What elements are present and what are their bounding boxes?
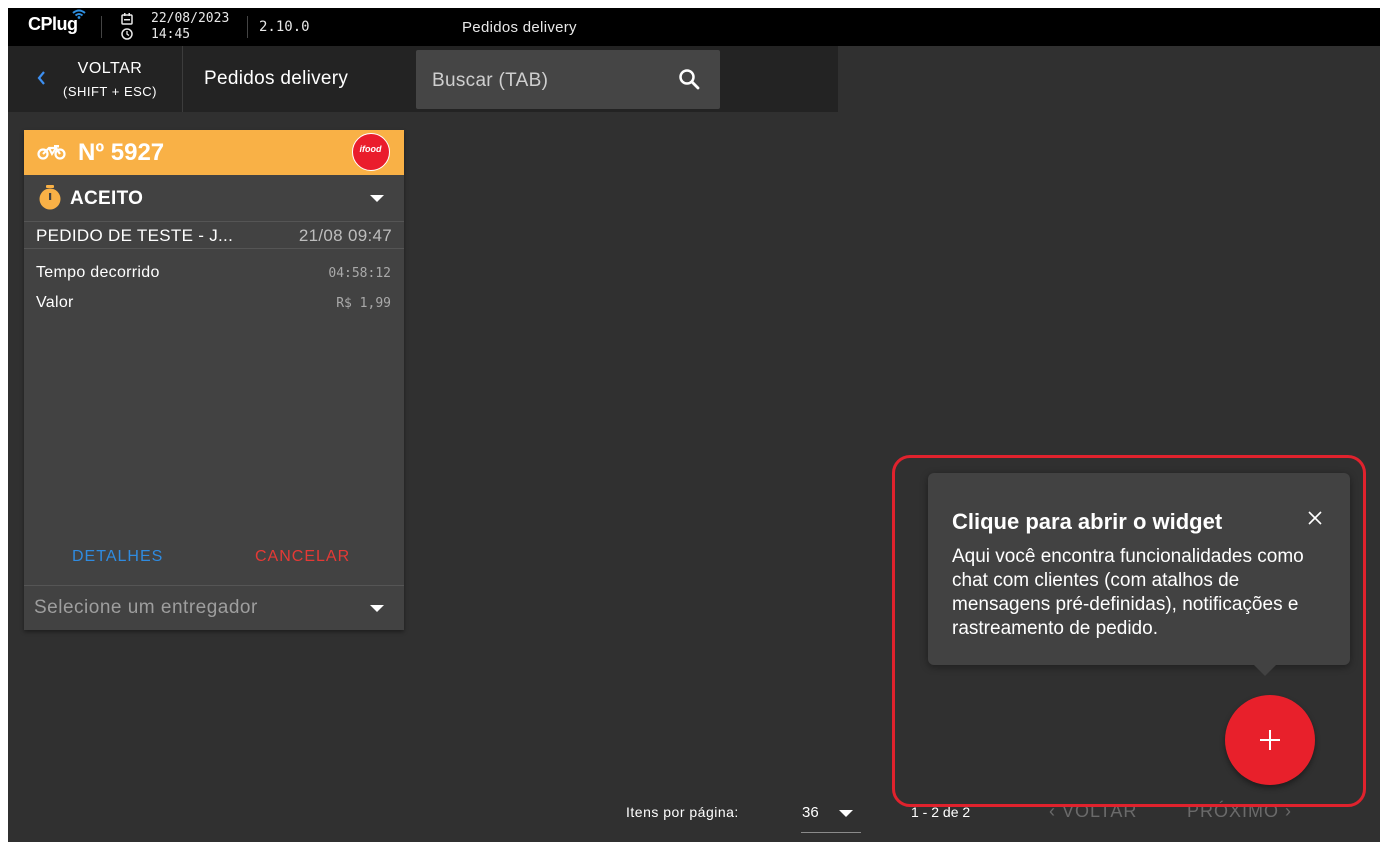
widget-tooltip: Clique para abrir o widget Aqui você enc…	[928, 473, 1350, 676]
search-box	[416, 50, 720, 111]
items-per-page-label: Itens por página:	[626, 804, 739, 820]
logo-text: CPlug	[28, 14, 78, 34]
caret-down-icon	[370, 605, 384, 612]
search-input[interactable]	[416, 50, 674, 111]
order-card: Nº 5927 ifood ACEITO PEDIDO DE TESTE - J…	[24, 130, 404, 630]
items-per-page-value: 36	[802, 804, 819, 821]
tooltip-body: Aqui você encontra funcionalidades como …	[952, 546, 1304, 639]
order-customer: PEDIDO DE TESTE - J...	[36, 226, 234, 245]
courier-select-placeholder: Selecione um entregador	[34, 597, 258, 618]
order-datetime: 21/08 09:47	[298, 226, 392, 245]
calendar-icon	[121, 13, 133, 25]
status-time: 14:45	[151, 27, 191, 42]
order-status-dropdown[interactable]: ACEITO	[24, 175, 404, 221]
top-status-bar: CPlug 22/08/2023 14:45 2.10.0 Pedidos de…	[8, 8, 1380, 46]
value-amount: R$ 1,99	[336, 296, 391, 311]
timer-icon	[39, 185, 61, 210]
back-shortcut-hint: (SHIFT + ESC)	[62, 84, 158, 99]
header-divider	[182, 46, 183, 112]
elapsed-time-value: 04:58:12	[328, 266, 391, 281]
chevron-left-icon	[37, 71, 45, 85]
pagination-range: 1 - 2 de 2	[911, 804, 971, 820]
clock-icon	[121, 28, 133, 40]
elapsed-time-label: Tempo decorrido	[36, 264, 160, 281]
wifi-icon	[72, 9, 86, 19]
divider	[24, 221, 404, 222]
bike-icon	[37, 145, 66, 160]
window-title: Pedidos delivery	[462, 19, 577, 36]
status-date: 22/08/2023	[151, 11, 230, 26]
divider	[24, 248, 404, 249]
cancel-button[interactable]: CANCELAR	[255, 548, 350, 566]
app-window: CPlug 22/08/2023 14:45 2.10.0 Pedidos de…	[8, 8, 1380, 842]
back-label: VOLTAR	[77, 60, 143, 77]
search-icon[interactable]	[678, 68, 700, 90]
chevron-left-icon: ‹	[1049, 801, 1062, 821]
previous-page-label: VOLTAR	[1062, 801, 1138, 821]
details-button[interactable]: DETALHES	[72, 548, 163, 566]
previous-page-button[interactable]: ‹ VOLTAR	[1049, 801, 1137, 822]
caret-down-icon	[839, 810, 853, 817]
ifood-logo-text: ifood	[359, 144, 382, 154]
status-divider	[101, 16, 102, 38]
back-button[interactable]: VOLTAR (SHIFT + ESC)	[8, 46, 182, 112]
order-number: Nº 5927	[78, 139, 165, 166]
courier-select[interactable]: Selecione um entregador	[24, 586, 404, 630]
order-card-header: Nº 5927 ifood	[24, 130, 404, 175]
cplug-logo: CPlug	[28, 9, 86, 35]
page-title: Pedidos delivery	[204, 68, 349, 89]
ifood-logo: ifood	[352, 133, 390, 171]
app-version: 2.10.0	[259, 19, 310, 35]
close-icon[interactable]	[1308, 511, 1322, 525]
open-widget-button[interactable]	[1225, 695, 1315, 785]
tooltip-title: Clique para abrir o widget	[952, 509, 1223, 534]
chevron-right-icon: ›	[1279, 801, 1293, 821]
caret-down-icon	[370, 195, 384, 202]
next-page-button[interactable]: PRÓXIMO ›	[1187, 801, 1292, 822]
next-page-label: PRÓXIMO	[1187, 801, 1280, 821]
page-header: VOLTAR (SHIFT + ESC) Pedidos delivery	[8, 46, 838, 112]
order-status: ACEITO	[70, 188, 144, 209]
items-per-page-select[interactable]: 36	[801, 796, 861, 833]
value-label: Valor	[36, 294, 74, 311]
status-divider	[247, 16, 248, 38]
plus-icon	[1260, 730, 1280, 750]
